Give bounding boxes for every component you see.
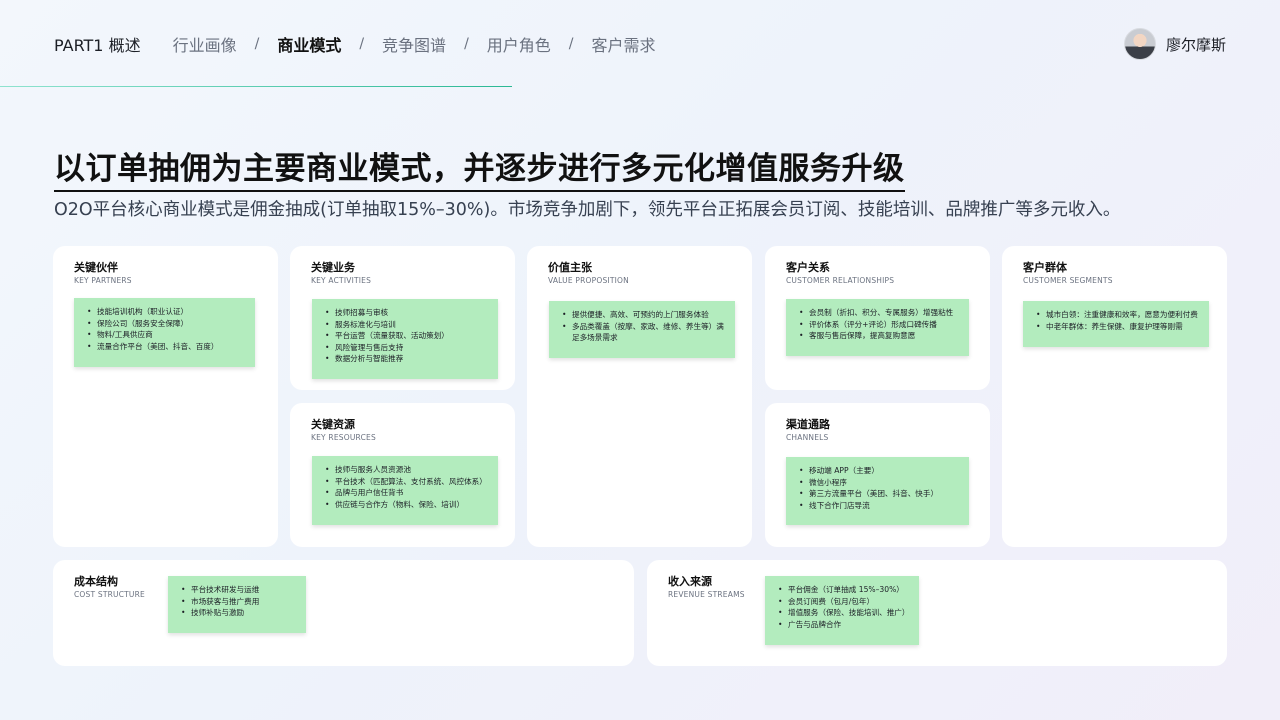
list-item: 数据分析与智能推荐 — [325, 353, 490, 365]
card-subtitle: VALUE PROPOSITION — [548, 276, 629, 285]
card-title: 渠道通路 — [786, 418, 830, 431]
sticky-note: 平台佣金（订单抽成 15%–30%） 会员订阅费（包月/包年） 增值服务（保险、… — [765, 576, 919, 645]
page-title: 以订单抽佣为主要商业模式，并逐步进行多元化增值服务升级 — [54, 143, 905, 192]
page-subtitle: O2O平台核心商业模式是佣金抽成(订单抽取15%–30%)。市场竞争加剧下，领先… — [54, 200, 1121, 220]
card-title: 价值主张 — [548, 261, 592, 274]
user-name: 廖尔摩斯 — [1165, 35, 1226, 54]
card-subtitle: CUSTOMER RELATIONSHIPS — [786, 276, 895, 285]
list-item: 城市白领：注重健康和效率，愿意为便利付费 — [1036, 309, 1201, 321]
card-key-activities: 关键业务 KEY ACTIVITIES 技师招募与审核 服务标准化与培训 平台运… — [290, 246, 515, 390]
nav-separator: / — [254, 36, 260, 52]
card-revenue-streams: 收入来源 REVENUE STREAMS 平台佣金（订单抽成 15%–30%） … — [647, 560, 1227, 666]
sticky-note: 会员制（折扣、积分、专属服务）增强粘性 评价体系（评分+评论）形成口碑传播 客服… — [786, 299, 969, 356]
sticky-note: 技师招募与审核 服务标准化与培训 平台运营（流量获取、活动策划） 风险管理与售后… — [312, 299, 498, 379]
list-item: 技师补贴与激励 — [181, 607, 298, 619]
list-item: 平台佣金（订单抽成 15%–30%） — [778, 584, 911, 596]
nav-item-business-model[interactable]: 商业模式 — [277, 32, 341, 56]
nav-separator: / — [464, 36, 469, 52]
sticky-note: 城市白领：注重健康和效率，愿意为便利付费 中老年群体：养生保健、康复护理等刚需 — [1023, 301, 1209, 347]
list-item: 提供便捷、高效、可预约的上门服务体验 — [562, 309, 727, 321]
card-subtitle: CUSTOMER SEGMENTS — [1023, 276, 1113, 285]
list-item: 广告与品牌合作 — [778, 619, 911, 631]
top-nav: PART1 概述 行业画像 / 商业模式 / 竞争图谱 / 用户角色 / 客户需… — [54, 32, 656, 56]
list-item: 评价体系（评分+评论）形成口碑传播 — [799, 319, 961, 331]
list-item: 中老年群体：养生保健、康复护理等刚需 — [1036, 321, 1201, 333]
list-item: 会员制（折扣、积分、专属服务）增强粘性 — [799, 307, 961, 319]
list-item: 客服与售后保障，提高复购意愿 — [799, 330, 961, 342]
sticky-note: 平台技术研发与运维 市场获客与推广费用 技师补贴与激励 — [168, 576, 306, 633]
list-item: 保险公司（服务安全保障） — [87, 318, 247, 330]
nav-item-user-roles[interactable]: 用户角色 — [487, 32, 551, 56]
list-item: 供应链与合作方（物料、保险、培训） — [325, 499, 490, 511]
card-subtitle: CHANNELS — [786, 433, 829, 442]
card-title: 收入来源 — [668, 575, 712, 588]
avatar[interactable] — [1123, 28, 1156, 60]
sticky-note: 技师与服务人员资源池 平台技术（匹配算法、支付系统、风控体系） 品牌与用户信任背… — [312, 456, 498, 525]
card-title: 关键伙伴 — [74, 261, 118, 274]
list-item: 增值服务（保险、技能培训、推广） — [778, 607, 911, 619]
list-item: 风险管理与售后支持 — [325, 342, 490, 354]
sticky-note: 移动端 APP（主要） 微信小程序 第三方流量平台（美团、抖音、快手） 线下合作… — [786, 457, 969, 525]
list-item: 平台运营（流量获取、活动策划） — [325, 330, 490, 342]
list-item: 技能培训机构（职业认证） — [87, 306, 247, 318]
nav-separator: / — [359, 36, 365, 52]
list-item: 平台技术（匹配算法、支付系统、风控体系） — [325, 476, 490, 488]
card-customer-relationships: 客户关系 CUSTOMER RELATIONSHIPS 会员制（折扣、积分、专属… — [765, 246, 990, 390]
card-title: 关键业务 — [311, 261, 355, 274]
card-title: 客户关系 — [786, 261, 830, 274]
card-customer-segments: 客户群体 CUSTOMER SEGMENTS 城市白领：注重健康和效率，愿意为便… — [1002, 246, 1227, 547]
nav-separator: / — [568, 36, 574, 52]
user-profile[interactable]: 廖尔摩斯 — [1123, 28, 1226, 60]
list-item: 品牌与用户信任背书 — [325, 487, 490, 499]
card-key-resources: 关键资源 KEY RESOURCES 技师与服务人员资源池 平台技术（匹配算法、… — [290, 403, 515, 547]
card-key-partners: 关键伙伴 KEY PARTNERS 技能培训机构（职业认证） 保险公司（服务安全… — [53, 246, 278, 547]
section-label: PART1 概述 — [54, 36, 141, 55]
list-item: 市场获客与推广费用 — [181, 596, 298, 608]
list-item: 线下合作门店导流 — [799, 500, 961, 512]
card-subtitle: REVENUE STREAMS — [668, 590, 745, 599]
sticky-note: 提供便捷、高效、可预约的上门服务体验 多品类覆盖（按摩、家政、维修、养生等）满足… — [549, 301, 735, 358]
card-value-proposition: 价值主张 VALUE PROPOSITION 提供便捷、高效、可预约的上门服务体… — [527, 246, 752, 547]
sticky-note: 技能培训机构（职业认证） 保险公司（服务安全保障） 物料/工具供应商 流量合作平… — [74, 298, 255, 367]
card-subtitle: KEY ACTIVITIES — [311, 276, 372, 285]
list-item: 会员订阅费（包月/包年） — [778, 596, 911, 608]
card-channels: 渠道通路 CHANNELS 移动端 APP（主要） 微信小程序 第三方流量平台（… — [765, 403, 990, 547]
card-subtitle: COST STRUCTURE — [74, 590, 145, 599]
nav-underline — [0, 86, 512, 87]
list-item: 技师与服务人员资源池 — [325, 464, 490, 476]
list-item: 第三方流量平台（美团、抖音、快手） — [799, 488, 961, 500]
nav-item-industry-profile[interactable]: 行业画像 — [173, 32, 237, 56]
nav-item-customer-needs[interactable]: 客户需求 — [592, 32, 656, 56]
list-item: 技师招募与审核 — [325, 307, 490, 319]
list-item: 微信小程序 — [799, 477, 961, 489]
list-item: 服务标准化与培训 — [325, 319, 490, 331]
list-item: 多品类覆盖（按摩、家政、维修、养生等）满足多场景需求 — [562, 321, 727, 344]
list-item: 平台技术研发与运维 — [181, 584, 298, 596]
card-title: 关键资源 — [311, 418, 355, 431]
list-item: 物料/工具供应商 — [87, 329, 247, 341]
nav-item-competition-map[interactable]: 竞争图谱 — [382, 32, 446, 56]
list-item: 流量合作平台（美团、抖音、百度） — [87, 341, 247, 353]
card-title: 成本结构 — [74, 575, 118, 588]
card-subtitle: KEY RESOURCES — [311, 433, 376, 442]
card-subtitle: KEY PARTNERS — [74, 276, 132, 285]
card-cost-structure: 成本结构 COST STRUCTURE 平台技术研发与运维 市场获客与推广费用 … — [53, 560, 634, 666]
card-title: 客户群体 — [1023, 261, 1067, 274]
list-item: 移动端 APP（主要） — [799, 465, 961, 477]
